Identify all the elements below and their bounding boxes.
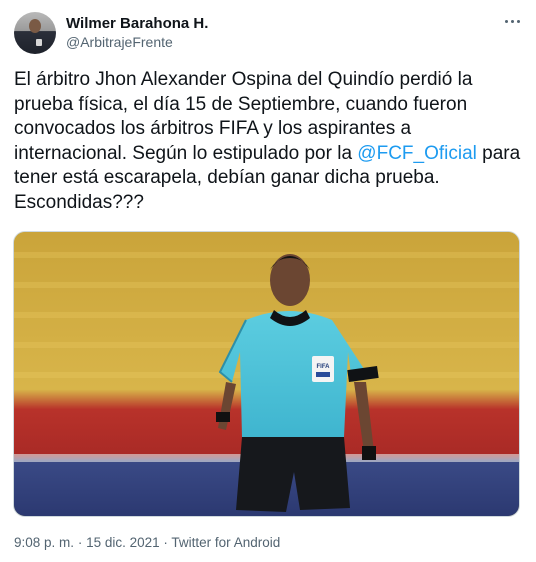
meta-separator-2: ·: [163, 535, 168, 550]
tweet-date[interactable]: 15 dic. 2021: [86, 535, 160, 550]
author-handle[interactable]: @ArbitrajeFrente: [66, 34, 173, 50]
avatar[interactable]: [14, 12, 56, 54]
meta-separator-1: ·: [77, 535, 83, 550]
more-dots-icon[interactable]: [502, 14, 522, 28]
fifa-badge-text: FIFA: [317, 364, 331, 370]
mention-link[interactable]: @FCF_Oficial: [357, 143, 477, 164]
tweet-photo[interactable]: FIFA: [13, 231, 520, 517]
tweet-text: El árbitro Jhon Alexander Ospina del Qui…: [14, 68, 524, 215]
tweet-header: Wilmer Barahona H. @ArbitrajeFrente: [14, 12, 522, 56]
tweet-meta: 9:08 p. m. · 15 dic. 2021 · Twitter for …: [14, 535, 280, 550]
tweet-source[interactable]: Twitter for Android: [171, 535, 280, 550]
author-name[interactable]: Wilmer Barahona H.: [66, 15, 208, 32]
tweet-time[interactable]: 9:08 p. m.: [14, 535, 74, 550]
